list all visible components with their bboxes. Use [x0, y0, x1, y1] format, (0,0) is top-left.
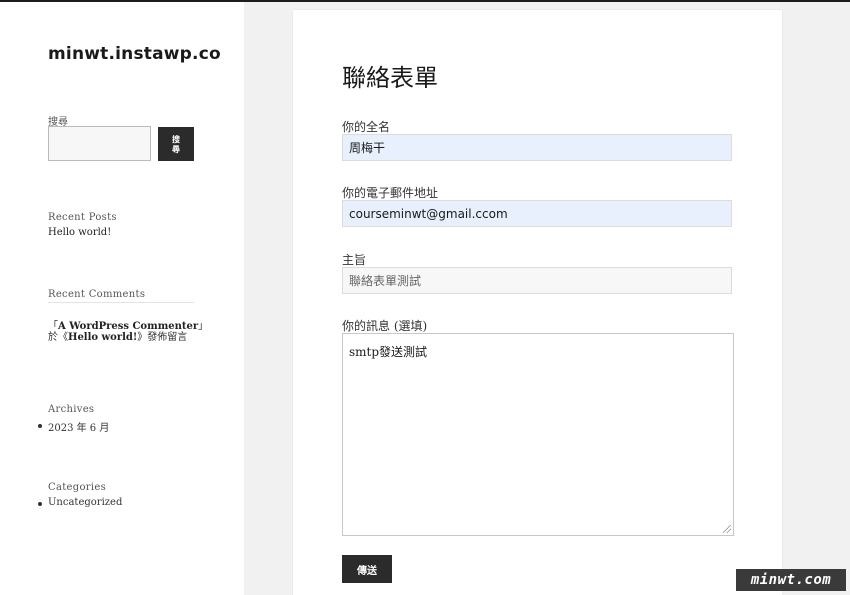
search-button-label: 搜尋 — [172, 134, 180, 154]
recent-comment-line-2: 於《Hello world!》發佈留言 — [48, 328, 187, 343]
name-field[interactable]: 周梅干 — [342, 134, 732, 161]
comment-suffix: 》發佈留言 — [137, 332, 188, 343]
site-title[interactable]: minwt.instawp.co — [48, 44, 221, 64]
email-label: 你的電子郵件地址 — [342, 186, 439, 200]
subject-field[interactable]: 聯絡表單測試 — [342, 267, 732, 294]
page-title: 聯絡表單 — [342, 64, 438, 92]
recent-post-link[interactable]: Hello world! — [48, 227, 111, 238]
comment-post-link[interactable]: Hello world! — [68, 332, 137, 343]
widget-divider — [48, 302, 194, 303]
recent-posts-title: Recent Posts — [48, 212, 117, 223]
search-button[interactable]: 搜尋 — [158, 127, 194, 161]
subject-label: 主旨 — [342, 253, 367, 267]
recent-comments-title: Recent Comments — [48, 289, 146, 300]
categories-title: Categories — [48, 482, 106, 493]
name-label: 你的全名 — [342, 120, 391, 134]
submit-button[interactable]: 傳送 — [342, 555, 392, 583]
comment-prefix: 於《 — [48, 332, 68, 343]
email-field[interactable]: courseminwt@gmail.ccom — [342, 200, 732, 227]
category-link[interactable]: Uncategorized — [37, 497, 122, 508]
comment-close-quote: 」 — [198, 321, 209, 332]
resize-handle-icon[interactable] — [723, 525, 731, 533]
watermark-logo: minwt.com — [736, 569, 846, 591]
archive-link[interactable]: 2023 年 6 月 — [37, 419, 109, 434]
message-textarea[interactable]: smtp發送測試 — [342, 333, 734, 536]
message-text: smtp發送測試 — [349, 345, 428, 359]
message-label: 你的訊息 (選填) — [342, 319, 428, 333]
search-input[interactable] — [48, 126, 151, 161]
archives-title: Archives — [48, 404, 95, 415]
